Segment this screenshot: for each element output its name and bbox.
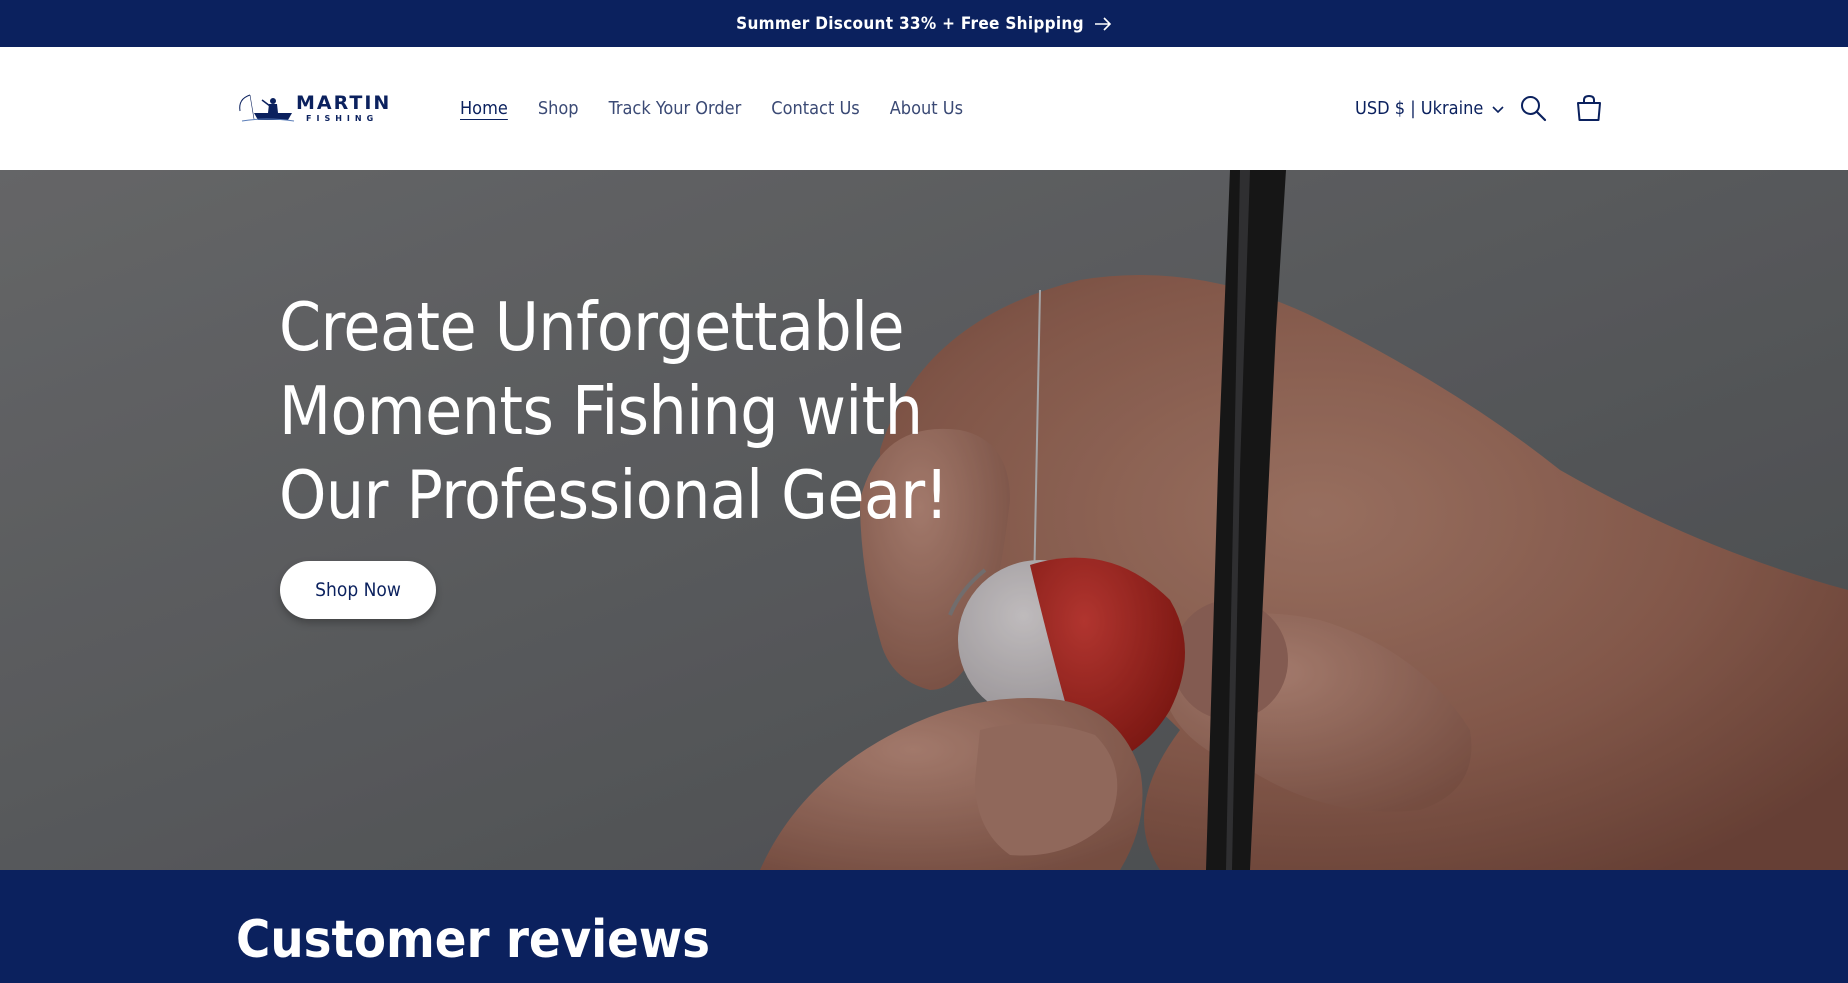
shop-now-button[interactable]: Shop Now: [280, 561, 436, 619]
nav-shop[interactable]: Shop: [538, 98, 579, 119]
currency-selector[interactable]: USD $ | Ukraine: [1355, 47, 1505, 170]
currency-label: USD $ | Ukraine: [1355, 98, 1484, 119]
logo-word-martin: MARTIN: [296, 91, 392, 114]
arrow-right-icon: [1094, 16, 1111, 31]
cart-icon[interactable]: [1574, 93, 1604, 123]
nav-about-us[interactable]: About Us: [890, 98, 963, 119]
announcement-bar[interactable]: Summer Discount 33% + Free Shipping: [0, 0, 1848, 47]
nav-contact-us[interactable]: Contact Us: [771, 98, 859, 119]
logo[interactable]: MARTIN FISHING: [236, 89, 398, 127]
customer-reviews-section: Customer reviews: [0, 870, 1848, 983]
nav-track-order[interactable]: Track Your Order: [609, 98, 742, 119]
hero-title: Create Unforgettable Moments Fishing wit…: [279, 288, 949, 534]
hero-banner: Create Unforgettable Moments Fishing wit…: [0, 170, 1848, 870]
logo-text: MARTIN FISHING: [296, 91, 392, 123]
search-icon[interactable]: [1518, 93, 1548, 123]
fisherman-boat-icon: [239, 94, 295, 122]
chevron-down-icon: [1492, 105, 1504, 113]
logo-word-fishing: FISHING: [306, 113, 379, 123]
reviews-title: Customer reviews: [236, 910, 710, 970]
announcement-text[interactable]: Summer Discount 33% + Free Shipping: [736, 14, 1084, 34]
main-nav: Home Shop Track Your Order Contact Us Ab…: [460, 47, 963, 170]
site-header: MARTIN FISHING Home Shop Track Your Orde…: [0, 47, 1848, 170]
nav-home[interactable]: Home: [460, 98, 508, 119]
